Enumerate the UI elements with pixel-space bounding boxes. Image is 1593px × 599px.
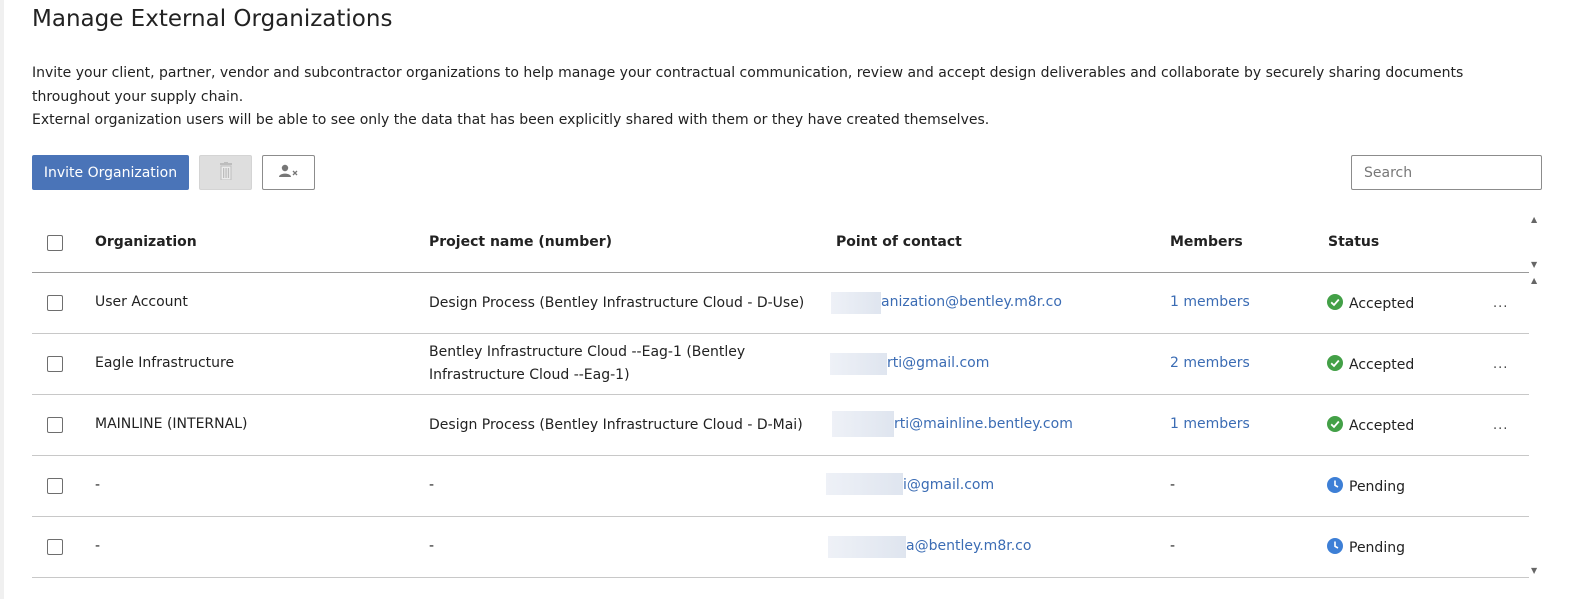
scroll-down-icon[interactable]: ▼ [1531,260,1537,269]
table-row[interactable]: MAINLINE (INTERNAL) Design Process (Bent… [32,395,1529,456]
members-count: - [1170,477,1176,493]
redacted-block [830,353,887,375]
organization-name: - [95,477,101,493]
column-header-status[interactable]: Status [1328,234,1379,250]
check-circle-icon [1327,294,1349,314]
table-row[interactable]: User Account Design Process (Bentley Inf… [32,273,1529,334]
status-badge: Accepted [1327,355,1414,375]
contact-email[interactable]: a@bentley.m8r.co [906,538,1031,554]
scroll-up-icon[interactable]: ▲ [1531,276,1537,285]
column-header-contact[interactable]: Point of contact [836,234,962,250]
contact-email[interactable]: i@gmail.com [903,477,994,493]
members-count: - [1170,538,1176,554]
status-text: Pending [1349,540,1405,556]
column-header-project[interactable]: Project name (number) [429,234,612,250]
status-badge: Pending [1327,477,1405,497]
status-text: Accepted [1349,418,1415,434]
status-text: Accepted [1349,296,1415,312]
table-row[interactable]: Eagle Infrastructure Bentley Infrastruct… [32,334,1529,395]
row-divider [32,577,1529,578]
project-name: - [429,477,435,493]
row-checkbox[interactable] [47,478,63,494]
select-all-checkbox[interactable] [47,235,63,251]
row-checkbox[interactable] [47,356,63,372]
description-line-1: Invite your client, partner, vendor and … [32,65,1464,105]
check-circle-icon [1327,355,1349,375]
redacted-block [832,411,894,437]
row-checkbox[interactable] [47,295,63,311]
contact-email[interactable]: rti@gmail.com [887,355,989,371]
column-header-organization[interactable]: Organization [95,234,197,250]
redacted-block [831,292,881,314]
members-link[interactable]: 1 members [1170,294,1250,310]
description-line-2: External organization users will be able… [32,112,990,128]
scroll-down-icon[interactable]: ▼ [1531,566,1537,575]
status-text: Pending [1349,479,1405,495]
project-name: Design Process (Bentley Infrastructure C… [429,417,803,433]
more-actions-button[interactable]: ... [1493,357,1508,372]
page-description: Invite your client, partner, vendor and … [32,62,1532,133]
project-name: Design Process (Bentley Infrastructure C… [429,295,805,311]
trash-icon [219,162,233,183]
page-title: Manage External Organizations [32,6,393,32]
status-badge: Accepted [1327,416,1414,436]
left-border [0,0,4,599]
status-text: Accepted [1349,357,1415,373]
table-row[interactable]: - - i@gmail.com - Pending [32,456,1529,517]
table-row[interactable]: - - a@bentley.m8r.co - Pending [32,517,1529,578]
user-remove-icon [278,164,300,181]
contact-email[interactable]: anization@bentley.m8r.co [881,294,1062,310]
more-actions-button[interactable]: ... [1493,296,1508,311]
project-name: Bentley Infrastructure Cloud --Eag-1 (Be… [429,344,746,383]
remove-user-button[interactable] [262,155,315,190]
project-name: - [429,538,435,554]
organization-name: Eagle Infrastructure [95,355,235,371]
redacted-block [826,473,903,495]
status-badge: Accepted [1327,294,1414,314]
organization-name: User Account [95,294,188,310]
clock-icon [1327,477,1349,497]
contact-email[interactable]: rti@mainline.bentley.com [894,416,1073,432]
scroll-up-icon[interactable]: ▲ [1531,215,1537,224]
members-link[interactable]: 1 members [1170,416,1250,432]
clock-icon [1327,538,1349,558]
delete-button[interactable] [199,155,252,190]
check-circle-icon [1327,416,1349,436]
redacted-block [828,536,906,558]
column-header-members[interactable]: Members [1170,234,1243,250]
more-actions-button[interactable]: ... [1493,418,1508,433]
invite-organization-button[interactable]: Invite Organization [32,155,189,190]
row-checkbox[interactable] [47,417,63,433]
organization-name: - [95,538,101,554]
search-input[interactable] [1351,155,1542,190]
organization-name: MAINLINE (INTERNAL) [95,416,248,432]
row-checkbox[interactable] [47,539,63,555]
status-badge: Pending [1327,538,1405,558]
members-link[interactable]: 2 members [1170,355,1250,371]
